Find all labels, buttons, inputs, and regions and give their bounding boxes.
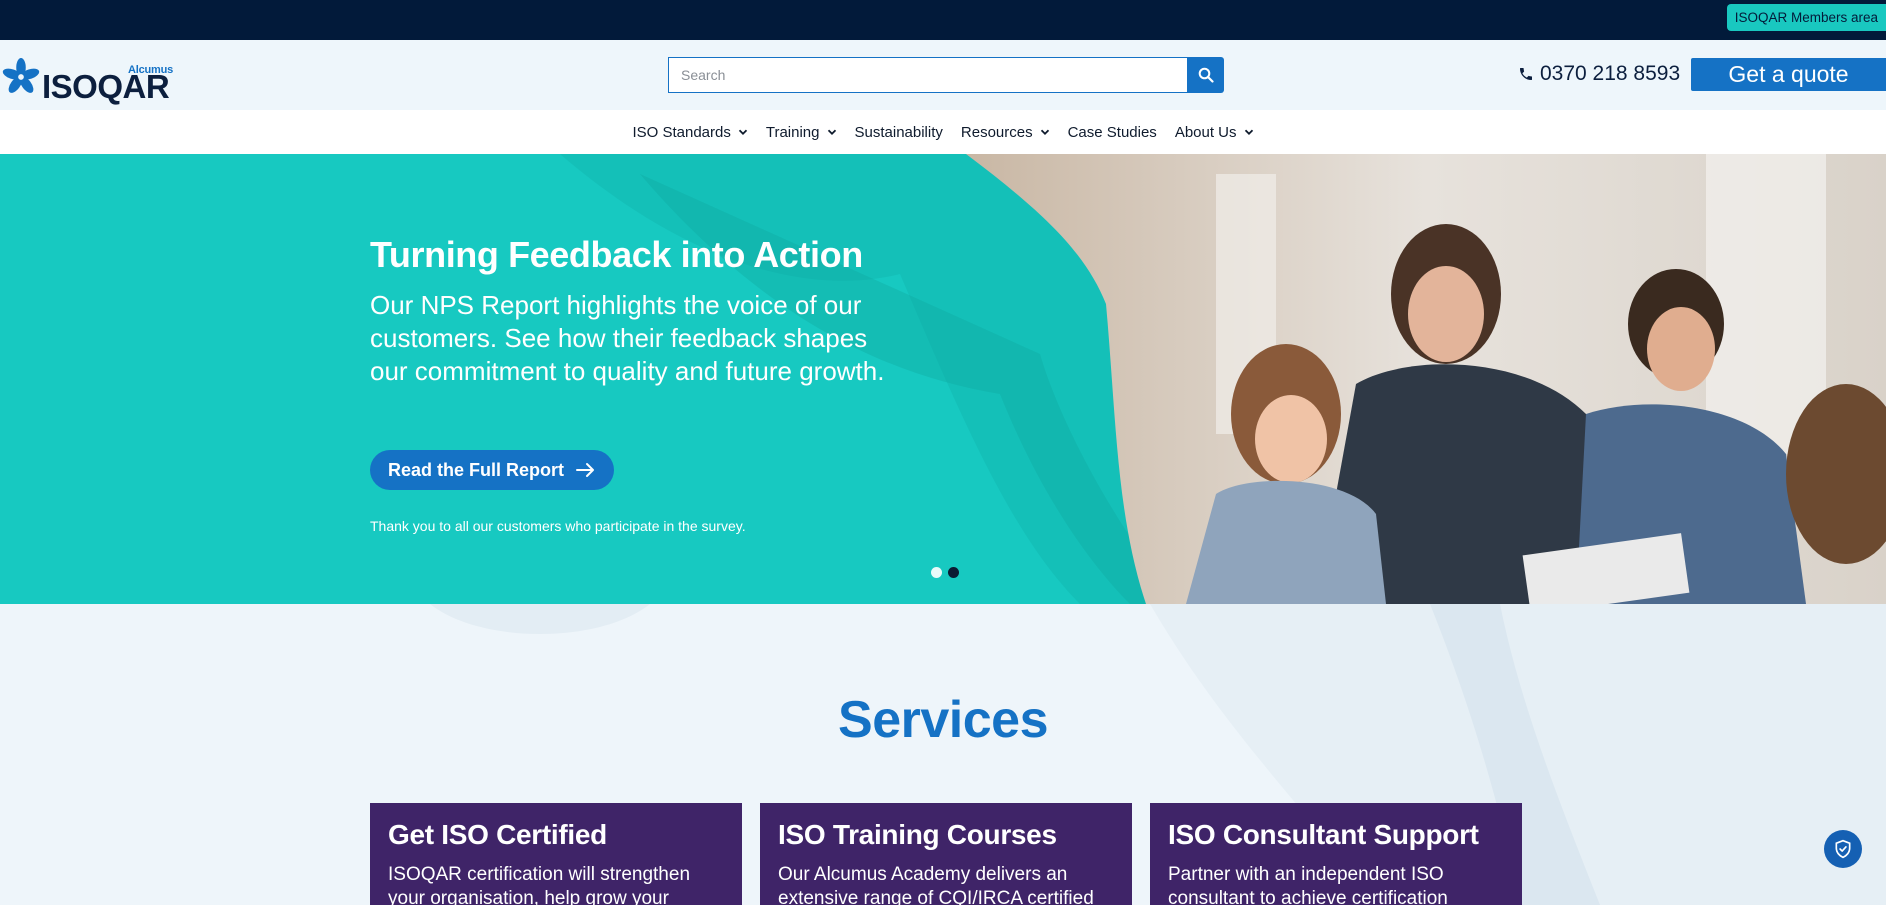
nav-item-label: Case Studies: [1067, 123, 1157, 141]
top-utility-bar: ISOQAR Members area: [0, 0, 1886, 40]
read-full-report-button[interactable]: Read the Full Report: [370, 450, 615, 490]
nav-item-label: Sustainability: [854, 123, 943, 141]
privacy-badge-button[interactable]: [1824, 830, 1862, 868]
chevron-down-icon: [1244, 129, 1253, 135]
service-card-title: ISO Training Courses: [778, 819, 1057, 850]
hero-note: Thank you to all our customers who parti…: [370, 518, 746, 534]
shield-check-icon: [1835, 839, 1851, 859]
nav-item-label: About Us: [1174, 123, 1237, 141]
search-bar: [668, 57, 1224, 93]
chevron-down-icon: [1040, 129, 1049, 135]
hero-banner: Turning Feedback into Action Our NPS Rep…: [0, 154, 1886, 604]
service-card-consultant[interactable]: ISO Consultant Support Partner with an i…: [1150, 803, 1522, 905]
carousel-dots: [931, 567, 959, 578]
carousel-dot-2[interactable]: [948, 567, 959, 578]
phone-number: 0370 218 8593: [1540, 62, 1681, 85]
members-area-button[interactable]: ISOQAR Members area: [1726, 4, 1886, 31]
nav-item-label: Resources: [960, 123, 1033, 141]
cta-label: Read the Full Report: [388, 459, 565, 480]
service-card-text: ISOQAR certification will strengthen you…: [388, 864, 691, 905]
nav-item-training[interactable]: Training: [757, 124, 846, 141]
nav-item-about-us[interactable]: About Us: [1166, 124, 1263, 141]
services-heading: Services: [838, 691, 1048, 749]
nav-item-sustainability[interactable]: Sustainability: [846, 124, 952, 141]
get-a-quote-button[interactable]: Get a quote: [1691, 58, 1886, 91]
service-card-text: Our Alcumus Academy delivers an extensiv…: [778, 864, 1094, 905]
service-card-title: ISO Consultant Support: [1168, 819, 1479, 850]
service-card-training[interactable]: ISO Training Courses Our Alcumus Academy…: [760, 803, 1132, 905]
chevron-down-icon: [738, 129, 747, 135]
carousel-dot-1[interactable]: [931, 567, 942, 578]
main-nav: ISO Standards Training Sustainability Re…: [0, 110, 1886, 154]
chevron-down-icon: [827, 129, 836, 135]
hero-photo-students: [966, 154, 1886, 604]
arrow-right-icon: [576, 463, 595, 477]
hero-title: Turning Feedback into Action: [370, 234, 863, 275]
isoqar-logo[interactable]: Alcumus ISOQAR: [2, 48, 182, 103]
search-button[interactable]: [1187, 57, 1224, 93]
search-icon: [1198, 67, 1214, 83]
nav-item-label: Training: [765, 123, 820, 141]
service-card-get-certified[interactable]: Get ISO Certified ISOQAR certification w…: [370, 803, 742, 905]
site-header: Alcumus ISOQAR 0370 218 8593 Get a quote: [0, 40, 1886, 110]
logo-flower-icon: [2, 58, 40, 93]
search-input[interactable]: [668, 57, 1187, 93]
service-card-title: Get ISO Certified: [388, 819, 607, 850]
hero-body-text: Our NPS Report highlights the voice of o…: [370, 290, 885, 386]
nav-item-resources[interactable]: Resources: [952, 124, 1059, 141]
nav-item-case-studies[interactable]: Case Studies: [1059, 124, 1166, 141]
nav-item-iso-standards[interactable]: ISO Standards: [623, 124, 756, 141]
service-card-text: Partner with an independent ISO consulta…: [1168, 864, 1448, 905]
phone-link[interactable]: 0370 218 8593: [1518, 62, 1680, 86]
nav-item-label: ISO Standards: [632, 123, 731, 141]
phone-icon: [1520, 68, 1532, 80]
logo-wordmark: ISOQAR: [42, 68, 170, 105]
